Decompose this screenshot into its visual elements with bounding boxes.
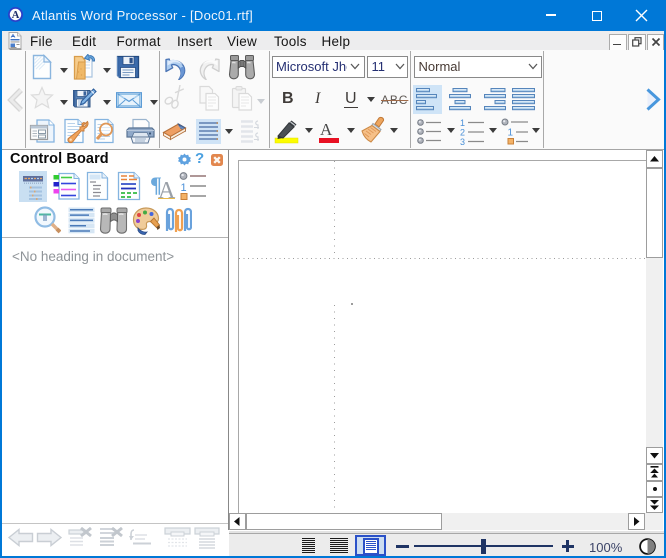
svg-text:A: A	[12, 10, 20, 21]
svg-text:3: 3	[460, 137, 465, 145]
svg-text:A: A	[158, 178, 176, 200]
svg-text:1: 1	[508, 128, 514, 139]
svg-text:1: 1	[460, 118, 465, 128]
svg-text:2: 2	[460, 128, 465, 138]
svg-text:1: 1	[181, 182, 187, 194]
